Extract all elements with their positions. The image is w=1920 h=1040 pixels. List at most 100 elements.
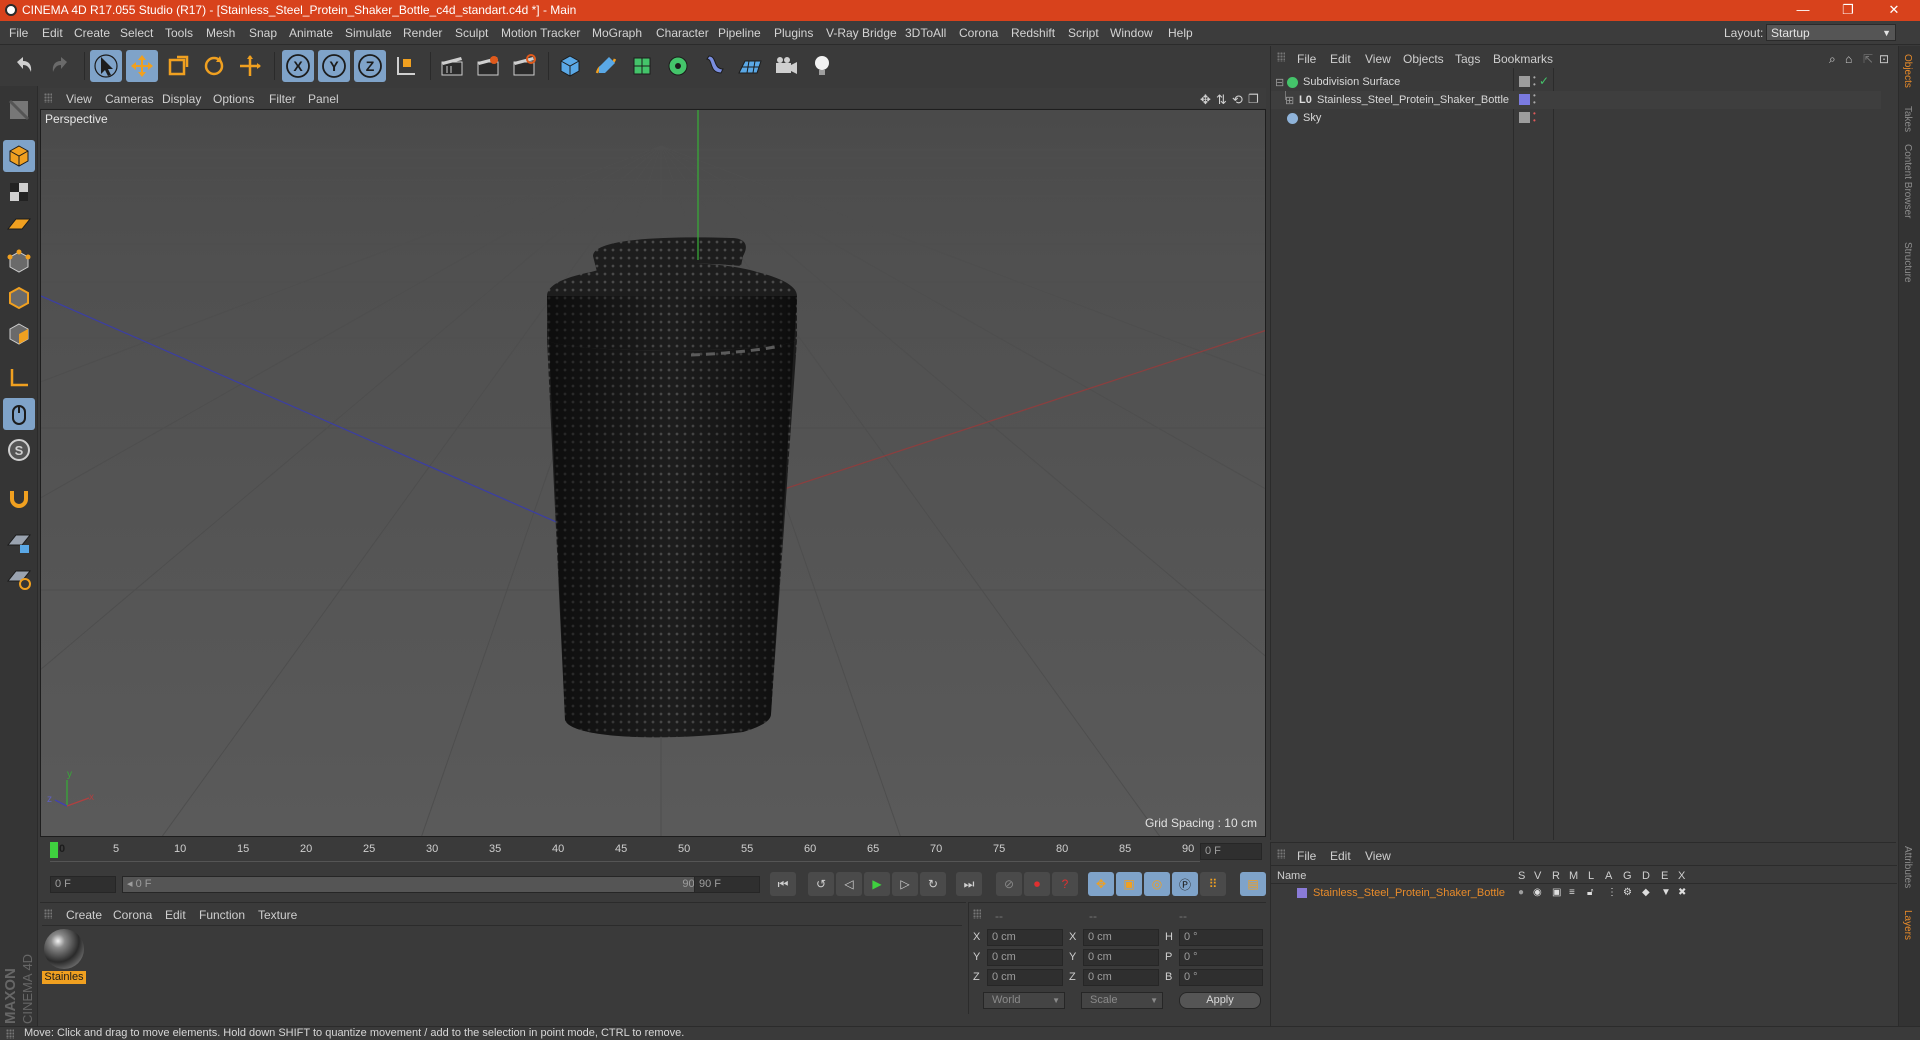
lock-workplane-button[interactable] xyxy=(3,526,35,558)
size-mode-select[interactable]: Scale ▼ xyxy=(1081,992,1163,1009)
menu-create[interactable]: Create xyxy=(74,26,110,40)
solo-button[interactable]: S xyxy=(3,434,35,466)
menu-sculpt[interactable]: Sculpt xyxy=(455,26,488,40)
layout-select[interactable]: Startup ▼ xyxy=(1766,24,1896,41)
model-mode-button[interactable] xyxy=(3,140,35,172)
obj-menu-view[interactable]: View xyxy=(1365,52,1391,66)
mat-menu-edit[interactable]: Edit xyxy=(165,908,186,922)
z-axis-lock-button[interactable]: Z xyxy=(354,50,386,82)
play-button[interactable]: ▶ xyxy=(864,872,890,896)
y-axis-lock-button[interactable]: Y xyxy=(318,50,350,82)
obj-menu-objects[interactable]: Objects xyxy=(1403,52,1444,66)
expression-toggle-icon[interactable]: ▼ xyxy=(1661,887,1671,898)
size-x-field[interactable]: 0 cm xyxy=(1083,929,1159,946)
make-editable-button[interactable] xyxy=(3,94,35,126)
keyframe-selection-button[interactable]: ? xyxy=(1052,872,1078,896)
editable-tag-icon[interactable] xyxy=(1519,76,1530,87)
vp-menu-filter[interactable]: Filter xyxy=(269,92,296,106)
vp-menu-cameras[interactable]: Cameras xyxy=(105,92,154,106)
collapse-icon[interactable]: ⊟ xyxy=(1275,76,1284,89)
menu-select[interactable]: Select xyxy=(120,26,153,40)
mat-menu-corona[interactable]: Corona xyxy=(113,908,152,922)
position-y-field[interactable]: 0 cm xyxy=(987,949,1063,966)
vp-menu-display[interactable]: Display xyxy=(162,92,201,106)
menu-motion-tracker[interactable]: Motion Tracker xyxy=(501,26,580,40)
panel-grip[interactable] xyxy=(44,909,52,919)
size-z-field[interactable]: 0 cm xyxy=(1083,969,1159,986)
transform-tool-button[interactable] xyxy=(234,50,266,82)
render-toggle-icon[interactable]: ▣ xyxy=(1552,887,1561,898)
orbit-view-icon[interactable]: ⟲ xyxy=(1232,92,1243,108)
previous-key-button[interactable]: ↺ xyxy=(808,872,834,896)
menu-simulate[interactable]: Simulate xyxy=(345,26,392,40)
column-view[interactable]: V xyxy=(1534,870,1541,882)
eye-icon[interactable]: ◉ xyxy=(1533,887,1542,898)
undo-button[interactable] xyxy=(8,50,40,82)
enabled-check-icon[interactable]: ✓ xyxy=(1539,74,1549,88)
panel-grip[interactable] xyxy=(1277,52,1285,62)
coordinate-system-button[interactable] xyxy=(390,50,422,82)
apply-button[interactable]: Apply xyxy=(1179,992,1261,1009)
texture-mode-button[interactable] xyxy=(3,176,35,208)
spline-pen-button[interactable] xyxy=(590,50,622,82)
column-deformers[interactable]: D xyxy=(1642,870,1650,882)
menu-render[interactable]: Render xyxy=(403,26,442,40)
menu-redshift[interactable]: Redshift xyxy=(1011,26,1055,40)
material-swatch[interactable]: Stainles xyxy=(42,927,86,985)
pan-view-icon[interactable]: ✥ xyxy=(1200,92,1211,108)
menu-vray-bridge[interactable]: V-Ray Bridge xyxy=(826,26,897,40)
rotation-h-field[interactable]: 0 ° xyxy=(1179,929,1263,946)
column-generators[interactable]: G xyxy=(1623,870,1632,882)
layer-menu-view[interactable]: View xyxy=(1365,849,1391,863)
menu-snap[interactable]: Snap xyxy=(249,26,277,40)
menu-tools[interactable]: Tools xyxy=(165,26,193,40)
tab-layers[interactable]: Layers xyxy=(1902,910,1913,940)
subdivision-surface-button[interactable] xyxy=(626,50,658,82)
expand-icon[interactable]: ⊡ xyxy=(1879,52,1889,66)
key-position-button[interactable]: ✥ xyxy=(1088,872,1114,896)
mat-menu-texture[interactable]: Texture xyxy=(258,908,297,922)
mat-menu-create[interactable]: Create xyxy=(66,908,102,922)
visibility-dots-icon[interactable]: • • xyxy=(1533,110,1536,125)
viewport-perspective[interactable]: Perspective y x z Grid Spacing : 10 cm xyxy=(40,109,1266,837)
frame-ruler[interactable]: 0 5 10 15 20 25 30 35 40 45 50 55 60 65 … xyxy=(50,840,1200,862)
timeline-ruler[interactable]: 0 5 10 15 20 25 30 35 40 45 50 55 60 65 … xyxy=(40,840,1266,862)
auto-key-button[interactable]: ⏺ xyxy=(1024,872,1050,896)
playhead[interactable] xyxy=(50,842,58,858)
current-frame-field[interactable]: 0 F xyxy=(1200,843,1262,860)
layer-color-icon[interactable] xyxy=(1519,94,1530,105)
object-row[interactable]: ⊟ Subdivision Surface • • ✓ xyxy=(1271,73,1881,91)
key-scale-button[interactable]: ▣ xyxy=(1116,872,1142,896)
go-to-end-button[interactable]: ⏭ xyxy=(956,872,982,896)
key-parameter-button[interactable]: Ⓟ xyxy=(1172,872,1198,896)
dolly-view-icon[interactable]: ⇅ xyxy=(1216,92,1227,108)
size-y-field[interactable]: 0 cm xyxy=(1083,949,1159,966)
menu-mograph[interactable]: MoGraph xyxy=(592,26,642,40)
menu-pipeline[interactable]: Pipeline xyxy=(718,26,761,40)
scale-tool-button[interactable] xyxy=(162,50,194,82)
obj-menu-tags[interactable]: Tags xyxy=(1455,52,1480,66)
shaker-bottle-model[interactable] xyxy=(547,230,797,738)
render-picture-viewer-button[interactable] xyxy=(472,50,504,82)
lock-icon[interactable]: 🔓︎ xyxy=(1587,887,1593,898)
menu-mesh[interactable]: Mesh xyxy=(206,26,235,40)
previous-frame-button[interactable]: ◁ xyxy=(836,872,862,896)
obj-menu-edit[interactable]: Edit xyxy=(1330,52,1351,66)
light-button[interactable] xyxy=(806,50,838,82)
menu-plugins[interactable]: Plugins xyxy=(774,26,813,40)
polygons-mode-button[interactable] xyxy=(3,318,35,350)
vp-menu-panel[interactable]: Panel xyxy=(308,92,339,106)
end-frame-field[interactable]: 90 F xyxy=(694,876,760,893)
tab-content-browser[interactable]: Content Browser xyxy=(1902,144,1913,218)
xref-toggle-icon[interactable]: ✖ xyxy=(1678,887,1686,898)
move-tool-button[interactable] xyxy=(126,50,158,82)
editable-tag-icon[interactable] xyxy=(1519,112,1530,123)
object-row[interactable]: Sky • • xyxy=(1271,109,1881,127)
go-to-start-button[interactable]: ⏮ xyxy=(770,872,796,896)
layer-row[interactable]: Stainless_Steel_Protein_Shaker_Bottle ● … xyxy=(1271,885,1881,902)
scroll-up-icon[interactable]: ⇱ xyxy=(1863,52,1873,66)
record-keys-button[interactable]: ⊘ xyxy=(996,872,1022,896)
column-name[interactable]: Name xyxy=(1277,870,1306,882)
rotate-tool-button[interactable] xyxy=(198,50,230,82)
search-icon[interactable]: ⌕ xyxy=(1829,52,1836,67)
